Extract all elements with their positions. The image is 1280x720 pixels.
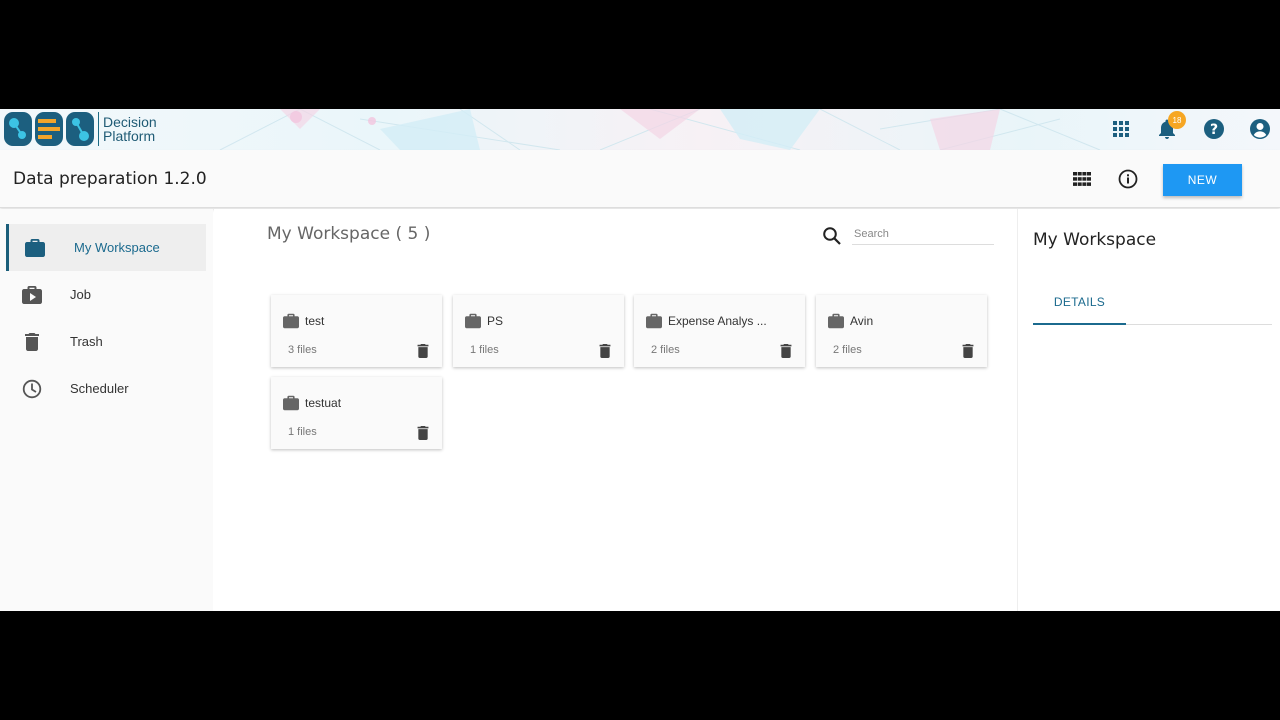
app-header: Data preparation 1.2.0 NEW: [0, 150, 1280, 208]
card-file-count: 1 files: [470, 344, 499, 356]
details-tabs: DETAILS: [1033, 281, 1272, 325]
details-panel: My Workspace DETAILS: [1017, 209, 1280, 611]
decorative-network-background: [219, 109, 1101, 150]
delete-icon[interactable]: [417, 426, 429, 440]
info-icon[interactable]: [1117, 168, 1139, 190]
delete-icon[interactable]: [599, 344, 611, 358]
folder-briefcase-icon: [828, 313, 844, 329]
workspace-card-ps[interactable]: PS 1 files: [453, 295, 624, 367]
search-input[interactable]: [852, 223, 994, 245]
workspace-card-test[interactable]: test 3 files: [271, 295, 442, 367]
sidebar-item-label: Job: [70, 287, 91, 302]
card-name: testuat: [305, 396, 342, 410]
bdb-logo-mark: [4, 112, 94, 146]
details-panel-title: My Workspace: [1033, 230, 1157, 250]
svg-text:?: ?: [1210, 122, 1218, 138]
search-icon[interactable]: [822, 226, 842, 246]
tab-details[interactable]: DETAILS: [1033, 281, 1126, 325]
sidebar-item-trash[interactable]: Trash: [6, 318, 206, 365]
clock-icon: [22, 379, 42, 399]
folder-briefcase-icon: [465, 313, 481, 329]
card-file-count: 1 files: [288, 426, 317, 438]
app-window: Decision Platform 18 ? Data preparation …: [0, 109, 1280, 611]
sidebar-item-scheduler[interactable]: Scheduler: [6, 365, 206, 412]
grid-view-icon[interactable]: [1071, 168, 1093, 190]
workspace-main: My Workspace ( 5 ) test 3 files PS 1 fil…: [214, 209, 1017, 611]
logo-divider: [98, 112, 99, 146]
sidebar: My Workspace Job Trash Scheduler: [0, 209, 213, 611]
delete-icon[interactable]: [780, 344, 792, 358]
brand-name: Decision Platform: [103, 115, 157, 143]
notification-count-badge: 18: [1168, 111, 1186, 129]
account-icon[interactable]: [1249, 118, 1271, 140]
brand-bar: Decision Platform 18 ?: [0, 109, 1280, 150]
card-file-count: 2 files: [833, 344, 862, 356]
sidebar-item-label: My Workspace: [74, 240, 160, 255]
workspace-card-expense-analysis[interactable]: Expense Analys ... 2 files: [634, 295, 805, 367]
brand-name-line2: Platform: [103, 128, 156, 144]
folder-briefcase-icon: [283, 395, 299, 411]
card-name: PS: [487, 314, 504, 328]
new-button[interactable]: NEW: [1163, 164, 1242, 196]
card-name: Expense Analys ...: [668, 314, 767, 328]
sidebar-item-label: Scheduler: [70, 381, 129, 396]
trash-icon: [22, 332, 42, 352]
workspace-card-avin[interactable]: Avin 2 files: [816, 295, 987, 367]
briefcase-icon: [25, 238, 45, 258]
bdb-logo[interactable]: Decision Platform: [2, 110, 157, 148]
card-name: test: [305, 314, 325, 328]
app-title: Data preparation 1.2.0: [13, 169, 207, 189]
apps-grid-icon[interactable]: [1110, 118, 1132, 140]
card-name: Avin: [850, 314, 874, 328]
card-file-count: 2 files: [651, 344, 680, 356]
delete-icon[interactable]: [417, 344, 429, 358]
sidebar-item-job[interactable]: Job: [6, 271, 206, 318]
brand-name-line1: Decision: [103, 114, 157, 130]
page-title: My Workspace ( 5 ): [267, 224, 431, 244]
folder-briefcase-icon: [283, 313, 299, 329]
card-file-count: 3 files: [288, 344, 317, 356]
workspace-card-testuat[interactable]: testuat 1 files: [271, 377, 442, 449]
job-icon: [22, 285, 42, 305]
folder-briefcase-icon: [646, 313, 662, 329]
help-icon[interactable]: ?: [1203, 118, 1225, 140]
delete-icon[interactable]: [962, 344, 974, 358]
sidebar-item-my-workspace[interactable]: My Workspace: [6, 224, 206, 271]
sidebar-item-label: Trash: [70, 334, 103, 349]
